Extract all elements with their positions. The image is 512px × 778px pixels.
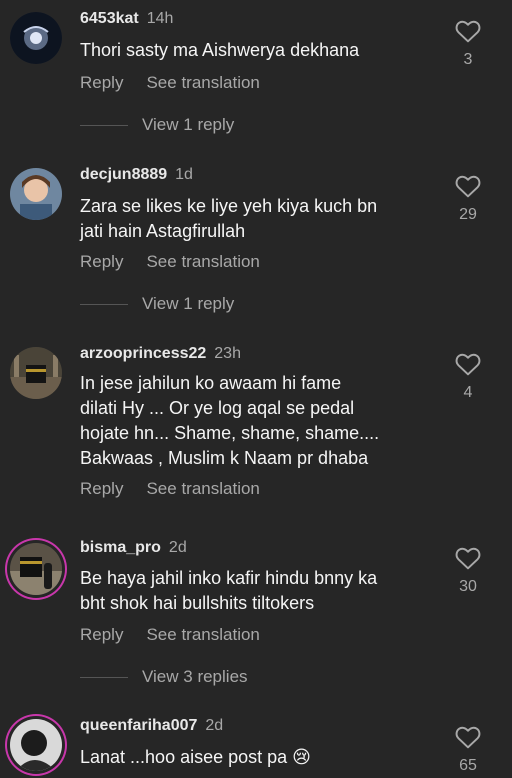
like-count: 3 (463, 51, 473, 68)
like-control: 3 (452, 19, 484, 69)
see-translation-button[interactable]: See translation (146, 625, 259, 644)
timestamp: 23h (214, 345, 241, 362)
view-replies-label: View 1 reply (142, 294, 235, 313)
comment-line: Zara se likes ke liye yeh kiya kuch bn (80, 196, 378, 216)
view-replies-button[interactable]: View 1 reply (80, 294, 234, 314)
comment-line: dilati Hy ... Or ye log aqal se pedal (80, 398, 355, 418)
avatar-image (10, 543, 62, 595)
see-translation-button[interactable]: See translation (146, 73, 259, 92)
comment-line: bht shok hai bullshits tiltokers (80, 593, 315, 613)
avatar-image (10, 168, 62, 220)
comment-text: Thori sasty ma Aishwerya dekhana (80, 38, 425, 63)
comment-actions: Reply See translation (80, 625, 260, 645)
reply-button[interactable]: Reply (80, 252, 123, 271)
comment-meta: arzooprincess22 23h (80, 345, 241, 363)
view-replies-button[interactable]: View 1 reply (80, 115, 234, 135)
avatar-image (10, 719, 62, 771)
like-control: 65 (452, 725, 484, 775)
heart-outline-icon[interactable] (455, 19, 481, 43)
heart-outline-icon[interactable] (455, 725, 481, 749)
username[interactable]: bisma_pro (80, 539, 161, 556)
username[interactable]: decjun8889 (80, 166, 167, 183)
comment-line: hojate hn... Shame, shame, shame.... (80, 423, 380, 443)
comment-line: In jese jahilun ko awaam hi fame (80, 373, 342, 393)
timestamp: 2d (205, 717, 224, 734)
like-count: 29 (459, 206, 477, 223)
username[interactable]: 6453kat (80, 10, 139, 27)
avatar[interactable] (10, 719, 62, 771)
heart-outline-icon[interactable] (455, 174, 481, 198)
avatar[interactable] (10, 168, 62, 220)
comment-line: Be haya jahil inko kafir hindu bnny ka (80, 568, 378, 588)
comment-line: Lanat ...hoo aisee post pa 😢 (80, 747, 311, 767)
avatar-image (10, 12, 62, 64)
like-count: 4 (463, 384, 473, 401)
avatar[interactable] (10, 543, 62, 595)
reply-button[interactable]: Reply (80, 625, 123, 644)
comment-line: jati hain Astagfirullah (80, 221, 246, 241)
avatar-image (10, 347, 62, 399)
see-translation-button[interactable]: See translation (146, 252, 259, 271)
comment-line: Bakwaas , Muslim k Naam pr dhaba (80, 448, 369, 468)
comment-actions: Reply See translation (80, 479, 260, 499)
comment-text: Be haya jahil inko kafir hindu bnny ka b… (80, 566, 425, 616)
reply-button[interactable]: Reply (80, 73, 123, 92)
avatar[interactable] (10, 347, 62, 399)
timestamp: 2d (168, 539, 187, 556)
comment-meta: decjun8889 1d (80, 166, 193, 184)
like-control: 29 (452, 174, 484, 224)
replies-divider (80, 125, 128, 127)
see-translation-button[interactable]: See translation (146, 479, 259, 498)
like-count: 65 (459, 757, 477, 774)
username[interactable]: arzooprincess22 (80, 345, 206, 362)
comment-line: Thori sasty ma Aishwerya dekhana (80, 40, 360, 60)
username[interactable]: queenfariha007 (80, 717, 197, 734)
heart-outline-icon[interactable] (455, 352, 481, 376)
comment-actions: Reply See translation (80, 252, 260, 272)
view-replies-label: View 1 reply (142, 115, 235, 134)
timestamp: 1d (175, 166, 193, 183)
view-replies-label: View 3 replies (142, 667, 248, 686)
comment-actions: Reply See translation (80, 73, 260, 93)
comment-text: Lanat ...hoo aisee post pa 😢 (80, 745, 425, 770)
comment-text: Zara se likes ke liye yeh kiya kuch bn j… (80, 194, 425, 244)
reply-button[interactable]: Reply (80, 479, 123, 498)
like-control: 4 (452, 352, 484, 402)
like-control: 30 (452, 546, 484, 596)
heart-outline-icon[interactable] (455, 546, 481, 570)
avatar[interactable] (10, 12, 62, 64)
replies-divider (80, 677, 128, 679)
comment-text: In jese jahilun ko awaam hi fame dilati … (80, 371, 425, 471)
comment-meta: bisma_pro 2d (80, 539, 187, 557)
view-replies-button[interactable]: View 3 replies (80, 667, 248, 687)
replies-divider (80, 304, 128, 306)
like-count: 30 (459, 578, 477, 595)
timestamp: 14h (146, 10, 174, 27)
comment-meta: queenfariha007 2d (80, 717, 223, 735)
comment-meta: 6453kat 14h (80, 10, 173, 28)
